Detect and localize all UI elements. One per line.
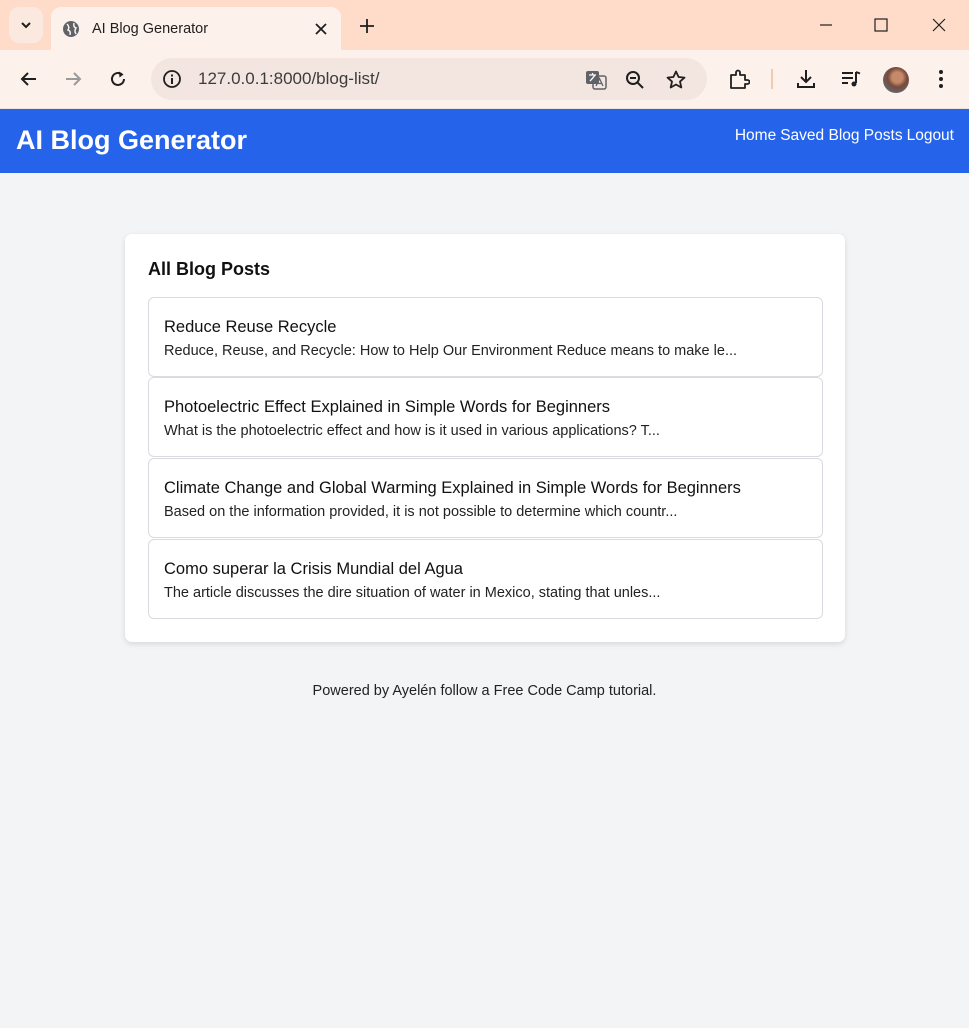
post-title: Reduce Reuse Recycle (164, 318, 337, 336)
maximize-icon[interactable] (858, 6, 904, 44)
blog-post-item[interactable]: Reduce Reuse Recycle Reduce, Reuse, and … (148, 297, 823, 377)
site-header: AI Blog Generator Home Saved Blog Posts … (0, 109, 969, 173)
nav-home-link[interactable]: Home (735, 127, 776, 145)
post-excerpt: What is the photoelectric effect and how… (164, 423, 660, 439)
download-icon[interactable] (791, 64, 821, 94)
browser-tabstrip: AI Blog Generator (0, 0, 969, 50)
translate-icon[interactable] (583, 67, 609, 93)
plus-icon[interactable] (353, 12, 381, 40)
info-icon[interactable] (161, 68, 183, 90)
blog-post-item[interactable]: Como superar la Crisis Mundial del Agua … (148, 539, 823, 619)
address-bar[interactable]: 127.0.0.1:8000/blog-list/ (151, 58, 707, 100)
nav-logout-link[interactable]: Logout (907, 127, 954, 145)
blog-post-item[interactable]: Photoelectric Effect Explained in Simple… (148, 377, 823, 457)
minimize-icon[interactable] (803, 6, 849, 44)
post-title: Como superar la Crisis Mundial del Agua (164, 560, 463, 578)
post-title: Photoelectric Effect Explained in Simple… (164, 398, 611, 416)
blog-post-item[interactable]: Climate Change and Global Warming Explai… (148, 458, 823, 538)
url-text[interactable]: 127.0.0.1:8000/blog-list/ (198, 69, 379, 89)
star-icon[interactable] (663, 67, 689, 93)
nav-saved-posts-link[interactable]: Saved Blog Posts (780, 127, 902, 145)
back-icon[interactable] (14, 64, 44, 94)
tab-title: AI Blog Generator (92, 20, 209, 37)
post-excerpt: The article discusses the dire situation… (164, 585, 661, 601)
profile-avatar[interactable] (883, 67, 909, 93)
site-nav: Home Saved Blog Posts Logout (735, 127, 954, 145)
post-excerpt: Reduce, Reuse, and Recycle: How to Help … (164, 343, 738, 359)
browser-toolbar: 127.0.0.1:8000/blog-list/ (0, 50, 969, 109)
browser-tab[interactable]: AI Blog Generator (51, 7, 341, 50)
forward-icon[interactable] (58, 64, 88, 94)
media-icon[interactable] (836, 64, 866, 94)
post-title: Climate Change and Global Warming Explai… (164, 479, 741, 497)
post-excerpt: Based on the information provided, it is… (164, 504, 678, 520)
site-title: AI Blog Generator (16, 125, 248, 155)
site-footer: Powered by Ayelén follow a Free Code Cam… (312, 683, 657, 699)
window-close-icon[interactable] (916, 6, 962, 44)
more-icon[interactable] (926, 64, 956, 94)
reload-icon[interactable] (103, 64, 133, 94)
close-icon[interactable] (307, 15, 335, 43)
tab-search-icon[interactable] (9, 7, 43, 43)
globe-icon (63, 20, 79, 37)
extensions-icon[interactable] (724, 64, 754, 94)
zoom-icon[interactable] (622, 67, 648, 93)
blog-list-card: All Blog Posts Reduce Reuse Recycle Redu… (125, 234, 845, 642)
toolbar-divider (771, 69, 773, 89)
card-heading: All Blog Posts (148, 259, 271, 279)
